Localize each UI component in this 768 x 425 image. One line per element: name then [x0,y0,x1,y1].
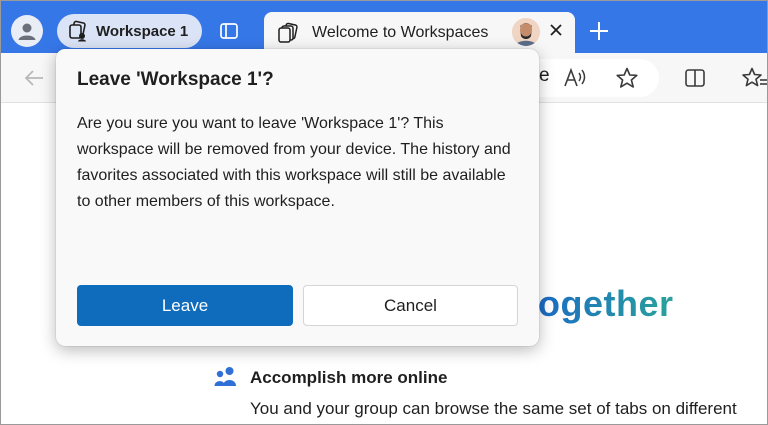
avatar [512,18,540,46]
favorites-icon [742,67,767,87]
read-aloud-icon [564,67,586,87]
tab-actions-button[interactable] [219,21,239,41]
page-heading: ogether [538,283,674,324]
read-aloud-button[interactable] [563,67,587,89]
cancel-button[interactable]: Cancel [303,285,518,326]
feature-title: Accomplish more online [250,368,448,387]
workspace-label: Workspace 1 [96,22,189,40]
workspace-button[interactable]: Workspace 1 [57,14,202,48]
leave-button[interactable]: Leave [77,285,293,326]
back-arrow-icon [24,70,43,86]
dialog-title: Leave 'Workspace 1'? [77,69,274,90]
people-icon [214,366,238,388]
new-tab-button[interactable] [587,19,611,43]
close-tab-button[interactable] [548,22,564,38]
add-favorite-button[interactable] [615,66,639,90]
dialog-body: Are you sure you want to leave 'Workspac… [77,115,511,210]
back-button[interactable] [23,67,45,89]
leave-workspace-dialog: Leave 'Workspace 1'? Are you sure you wa… [56,49,539,346]
star-icon [616,67,638,88]
tab-strip: Workspace 1 Welcome to Workspaces [1,1,767,54]
profile-button[interactable] [11,15,43,47]
workspaces-icon [69,20,86,42]
tab-actions-icon [220,23,238,39]
feature-description: You and your group can browse the same s… [250,399,737,418]
profile-icon [18,23,36,40]
plus-icon [590,22,608,40]
browser-window: Workspace 1 Welcome to Workspaces e oget… [0,0,768,425]
tab-title: Welcome to Workspaces [312,24,489,41]
workspaces-icon [278,22,298,43]
address-text: e [539,65,550,86]
close-icon [550,24,562,36]
split-screen-icon [685,69,705,87]
split-screen-button[interactable] [684,67,706,89]
tab-welcome[interactable]: Welcome to Workspaces [264,12,575,54]
favorites-button[interactable] [741,66,767,90]
